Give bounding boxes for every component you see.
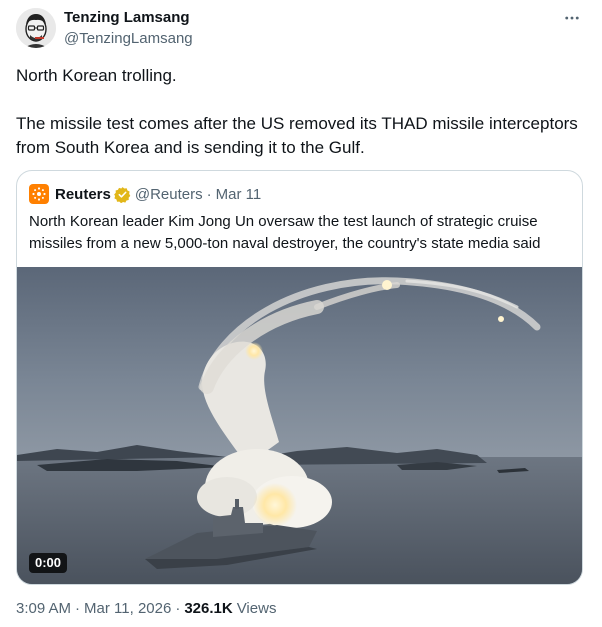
tweet-text: North Korean trolling. The missile test … <box>16 64 586 160</box>
author-name[interactable]: Tenzing Lamsang <box>64 9 190 26</box>
quoted-tweet-header: Reuters @Reuters · Mar 11 <box>29 183 261 205</box>
tweet-text-line2: The missile test comes after the US remo… <box>16 114 578 157</box>
views-label: Views <box>236 600 277 617</box>
quoted-separator: · <box>206 185 212 203</box>
quoted-author-handle[interactable]: @Reuters <box>135 186 203 203</box>
video-player[interactable]: 0:00 <box>17 267 582 584</box>
meta-separator: · <box>175 600 181 617</box>
quoted-tweet[interactable]: Reuters @Reuters · Mar 11 North Korean l… <box>16 170 583 585</box>
quoted-author-name[interactable]: Reuters <box>55 186 111 203</box>
author-handle[interactable]: @TenzingLamsang <box>64 30 193 47</box>
quoted-date[interactable]: Mar 11 <box>216 186 262 203</box>
more-icon <box>565 16 579 20</box>
tweet-time[interactable]: 3:09 AM <box>16 600 71 617</box>
tweet: Tenzing Lamsang @TenzingLamsang North Ko… <box>0 0 602 627</box>
tweet-text-line1: North Korean trolling. <box>16 66 177 85</box>
quoted-tweet-text: North Korean leader Kim Jong Un oversaw … <box>29 213 541 252</box>
reuters-logo[interactable] <box>29 184 49 204</box>
meta-separator: · <box>75 600 81 617</box>
tweet-meta: 3:09 AM · Mar 11, 2026 · 326.1K Views <box>16 600 276 617</box>
tweet-date[interactable]: Mar 11, 2026 <box>84 600 171 617</box>
more-options-button[interactable] <box>560 6 584 30</box>
author-avatar[interactable] <box>16 8 56 48</box>
video-thumbnail <box>17 267 582 584</box>
views-count[interactable]: 326.1K <box>184 600 232 617</box>
video-time-badge: 0:00 <box>29 553 68 573</box>
verified-icon <box>114 186 131 203</box>
